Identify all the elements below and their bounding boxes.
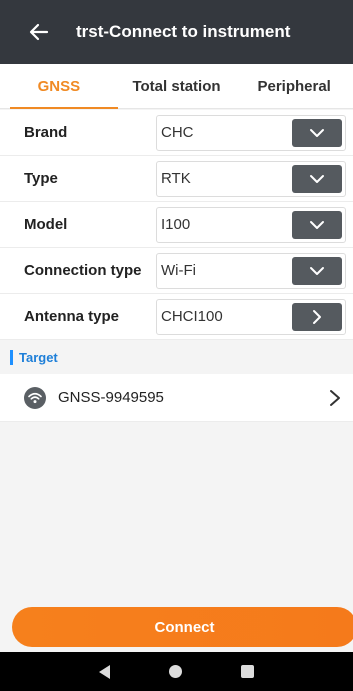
brand-row: Brand CHC (0, 110, 353, 156)
chevron-down-icon (310, 174, 324, 183)
tab-total-station[interactable]: Total station (118, 64, 236, 108)
tab-gnss[interactable]: GNSS (0, 64, 118, 109)
type-value: RTK (161, 170, 191, 187)
nav-back-icon[interactable] (99, 664, 111, 679)
page-title: trst-Connect to instrument (76, 22, 291, 41)
chevron-right-icon (330, 389, 340, 406)
target-section-title: Target (19, 349, 58, 365)
wifi-icon (24, 386, 46, 409)
connection-type-select[interactable]: Wi-Fi (156, 252, 346, 289)
tab-bar: GNSS Total station Peripheral (0, 64, 353, 109)
target-section-header: Target (0, 340, 353, 374)
app-bar: trst-Connect to instrument (0, 0, 353, 64)
type-label: Type (24, 170, 58, 187)
target-device-name: GNSS-9949595 (58, 389, 164, 406)
connection-type-dropdown-button[interactable] (292, 256, 342, 285)
antenna-type-label: Antenna type (24, 308, 120, 325)
empty-area (0, 422, 353, 604)
brand-value: CHC (161, 124, 194, 141)
chevron-down-icon (310, 220, 324, 229)
connection-type-row: Connection type Wi-Fi (0, 248, 353, 294)
brand-dropdown-button[interactable] (292, 118, 342, 147)
type-row: Type RTK (0, 156, 353, 202)
type-select[interactable]: RTK (156, 160, 346, 197)
connection-type-label: Connection type (24, 262, 142, 279)
antenna-type-field[interactable]: CHCI100 (156, 298, 346, 335)
antenna-type-value: CHCI100 (161, 308, 223, 325)
tab-peripheral[interactable]: Peripheral (235, 64, 353, 108)
brand-label: Brand (24, 124, 68, 141)
chevron-right-icon (313, 309, 321, 324)
model-row: Model I100 (0, 202, 353, 248)
model-value: I100 (161, 216, 191, 233)
antenna-type-row: Antenna type CHCI100 (0, 294, 353, 340)
target-device-item[interactable]: GNSS-9949595 (0, 374, 353, 422)
nav-recent-apps-icon[interactable] (240, 665, 254, 678)
system-nav-bar (0, 652, 353, 691)
connection-type-value: Wi-Fi (161, 262, 196, 279)
chevron-down-icon (310, 128, 324, 137)
section-accent-bar (10, 349, 13, 365)
back-button[interactable] (28, 21, 50, 43)
chevron-down-icon (310, 266, 324, 275)
model-dropdown-button[interactable] (292, 210, 342, 239)
model-select[interactable]: I100 (156, 206, 346, 243)
instrument-form: Brand CHC Type RTK Model I100 Connection… (0, 110, 353, 340)
brand-select[interactable]: CHC (156, 114, 346, 151)
antenna-type-open-button[interactable] (292, 302, 342, 331)
arrow-left-icon (29, 23, 49, 41)
connect-button[interactable]: Connect (12, 607, 353, 647)
nav-home-icon[interactable] (168, 665, 182, 678)
model-label: Model (24, 216, 68, 233)
type-dropdown-button[interactable] (292, 164, 342, 193)
